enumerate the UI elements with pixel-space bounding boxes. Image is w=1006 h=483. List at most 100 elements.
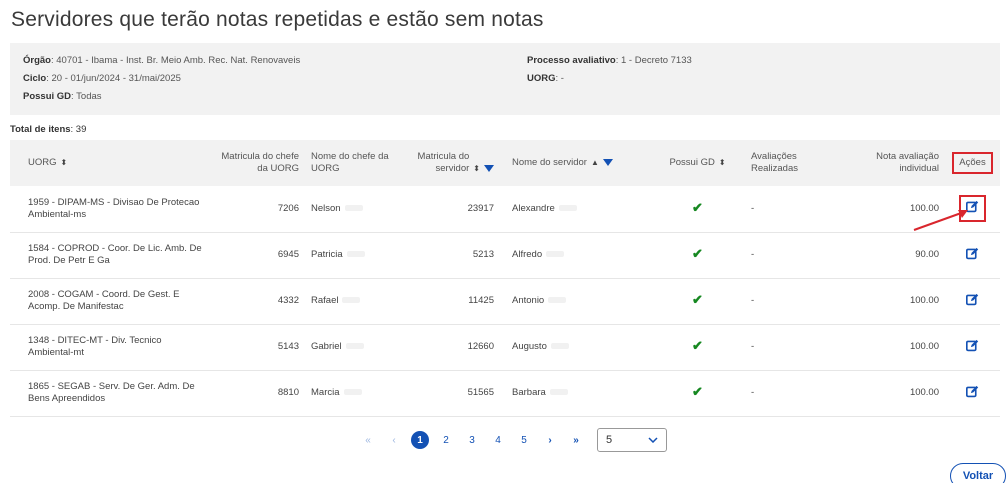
voltar-button[interactable]: Voltar	[950, 463, 1006, 483]
col-uorg-label: UORG	[28, 157, 57, 168]
redaction-blur	[546, 251, 565, 258]
table-row: 1865 - SEGAB - Serv. De Ger. Adm. De Ben…	[10, 370, 1000, 416]
cell-avaliacoes: -	[751, 202, 755, 214]
col-nome-servidor-label: Nome do servidor	[512, 157, 587, 168]
page-2-button[interactable]: 2	[433, 435, 459, 446]
col-nota-label: Nota avaliação individual	[876, 151, 939, 174]
gd-label: Possui GD	[23, 91, 72, 102]
total-label: Total de itens	[10, 124, 71, 135]
redaction-blur	[345, 343, 364, 350]
page-1-button[interactable]: 1	[411, 431, 429, 449]
pagination: « ‹ 1 2 3 4 5 › » 5	[355, 428, 667, 452]
cell-acoes	[945, 232, 1000, 278]
cell-mat-chefe: 5143	[277, 341, 299, 352]
check-icon: ✔	[692, 338, 703, 353]
acoes-highlight: Ações	[952, 152, 993, 174]
edit-icon[interactable]	[966, 385, 979, 398]
edit-icon[interactable]	[966, 293, 979, 306]
gd-line: Possui GD: Todas	[23, 91, 102, 102]
filter-icon[interactable]	[602, 158, 613, 166]
total-items: Total de itens: 39	[10, 124, 86, 135]
check-icon: ✔	[692, 384, 703, 399]
total-value: : 39	[70, 124, 87, 135]
page-3-button[interactable]: 3	[459, 435, 485, 446]
col-mat-servidor[interactable]: Matricula do servidor ⬍	[397, 140, 500, 186]
cell-uorg: 2008 - COGAM - Coord. De Gest. E Acomp. …	[28, 289, 180, 312]
cell-avaliacoes: -	[751, 341, 755, 352]
table-row: 2008 - COGAM - Coord. De Gest. E Acomp. …	[10, 278, 1000, 324]
next-page-button[interactable]: ›	[537, 435, 563, 446]
cell-nome-chefe: Patricia	[305, 232, 397, 278]
col-mat-chefe: Matricula do chefe da UORG	[215, 140, 305, 186]
servers-table: UORG ⬍ Matricula do chefe da UORG Nome do…	[10, 140, 1000, 417]
col-nome-chefe: Nome do chefe da UORG	[305, 140, 397, 186]
cell-mat-chefe: 8810	[277, 387, 299, 398]
orgao-line: Órgão: 40701 - Ibama - Inst. Br. Meio Am…	[23, 55, 300, 66]
cell-nome-servidor: Antonio	[500, 278, 650, 324]
col-uorg[interactable]: UORG ⬍	[10, 140, 215, 186]
ciclo-line: Ciclo: 20 - 01/jun/2024 - 31/mai/2025	[23, 73, 181, 84]
check-icon: ✔	[692, 246, 703, 261]
cell-acoes	[945, 278, 1000, 324]
cell-uorg: 1584 - COPROD - Coor. De Lic. Amb. De Pr…	[28, 243, 202, 266]
cell-nota: 90.00	[915, 249, 939, 260]
page-size-select[interactable]: 5	[597, 428, 667, 452]
cell-nota: 100.00	[909, 341, 939, 352]
uorg-value: : -	[555, 73, 564, 84]
cell-nome-servidor-text: Alexandre	[512, 202, 555, 214]
first-page-button[interactable]: «	[355, 435, 381, 446]
cell-avaliacoes: -	[751, 295, 755, 306]
cell-mat-servidor: 5213	[472, 249, 494, 260]
col-possui-gd-label: Possui GD	[669, 157, 715, 168]
cell-possui-gd: ✔	[650, 278, 745, 324]
cell-avaliacoes: -	[751, 387, 755, 398]
cell-mat-servidor: 51565	[467, 387, 494, 398]
page-size-value: 5	[606, 434, 613, 446]
sort-icon[interactable]: ⬍	[61, 158, 68, 167]
cell-nome-servidor: Augusto	[500, 324, 650, 370]
sort-asc-icon[interactable]: ▲	[591, 158, 599, 167]
processo-value: : 1 - Decreto 7133	[615, 55, 692, 66]
edit-icon[interactable]	[966, 339, 979, 352]
cell-nome-chefe-text: Marcia	[311, 387, 340, 398]
cell-nota: 100.00	[909, 387, 939, 398]
sort-icon[interactable]: ⬍	[719, 158, 726, 167]
col-possui-gd[interactable]: Possui GD ⬍	[650, 140, 745, 186]
ciclo-value: : 20 - 01/jun/2024 - 31/mai/2025	[46, 73, 181, 84]
cell-nome-servidor: Alfredo	[500, 232, 650, 278]
filter-icon[interactable]	[484, 164, 494, 172]
page-4-button[interactable]: 4	[485, 435, 511, 446]
col-mat-chefe-label: Matricula do chefe da UORG	[221, 151, 299, 174]
orgao-value: : 40701 - Ibama - Inst. Br. Meio Amb. Re…	[50, 55, 301, 66]
prev-page-button[interactable]: ‹	[381, 435, 407, 446]
chevron-down-icon	[648, 437, 658, 443]
cell-possui-gd: ✔	[650, 370, 745, 416]
cell-acoes	[945, 324, 1000, 370]
col-avaliacoes-label: Avaliações Realizadas	[751, 151, 798, 174]
uorg-label: UORG	[527, 73, 556, 84]
edit-icon[interactable]	[966, 247, 979, 260]
cell-mat-chefe: 4332	[277, 295, 299, 306]
page-5-button[interactable]: 5	[511, 435, 537, 446]
redaction-blur	[343, 389, 362, 396]
cell-possui-gd: ✔	[650, 186, 745, 232]
redaction-blur	[558, 205, 577, 212]
cell-possui-gd: ✔	[650, 232, 745, 278]
cell-possui-gd: ✔	[650, 324, 745, 370]
cell-nome-servidor-text: Antonio	[512, 295, 545, 306]
cell-nome-chefe: Gabriel	[305, 324, 397, 370]
col-nome-servidor[interactable]: Nome do servidor ▲	[500, 140, 650, 186]
sort-icon[interactable]: ⬍	[473, 164, 480, 173]
cell-nome-chefe-text: Nelson	[311, 202, 341, 214]
orgao-label: Órgão	[23, 55, 51, 66]
processo-label: Processo avaliativo	[527, 55, 616, 66]
ciclo-label: Ciclo	[23, 73, 47, 84]
col-acoes-label: Ações	[959, 157, 986, 168]
col-avaliacoes: Avaliações Realizadas	[745, 140, 845, 186]
cell-nome-chefe-text: Patricia	[311, 249, 343, 260]
filter-summary: Órgão: 40701 - Ibama - Inst. Br. Meio Am…	[10, 43, 1000, 115]
cell-nome-servidor: Barbara	[500, 370, 650, 416]
cell-nome-chefe: Nelson	[305, 186, 397, 232]
redaction-blur	[550, 343, 569, 350]
last-page-button[interactable]: »	[563, 435, 589, 446]
